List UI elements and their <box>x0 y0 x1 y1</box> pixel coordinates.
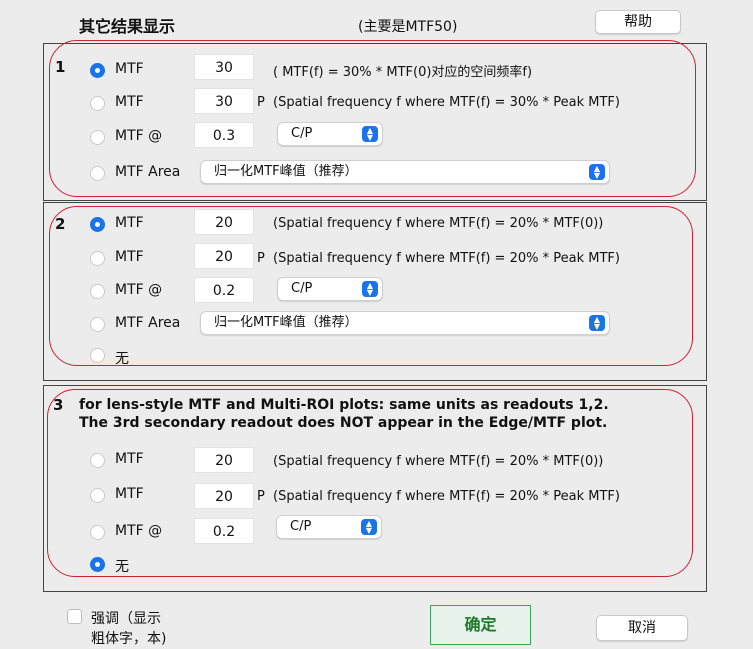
section-2-mtf-radio[interactable] <box>90 217 105 232</box>
section-1-number: 1 <box>55 58 66 76</box>
section-2-mtfp-value-field[interactable]: 20 <box>194 243 254 269</box>
section-2-mtf-area-label: MTF Area <box>115 315 181 331</box>
section-2-mtfp-radio[interactable] <box>90 251 105 266</box>
section-3-mtfp-value-field[interactable]: 20 <box>194 483 254 509</box>
section-2-mtf-description: (Spatial frequency f where MTF(f) = 20% … <box>273 216 604 231</box>
cancel-button[interactable]: 取消 <box>596 615 688 641</box>
chevron-updown-icon: ▲ ▼ <box>362 126 378 142</box>
section-1-mtf-at-radio[interactable] <box>90 130 105 145</box>
emphasize-checkbox[interactable] <box>67 609 82 624</box>
section-3-number: 3 <box>53 396 64 414</box>
section-3-note-line-1: for lens-style MTF and Multi-ROI plots: … <box>79 397 609 413</box>
section-2-mtf-value-field[interactable]: 20 <box>194 209 254 235</box>
section-1-unit-select[interactable]: C/P ▲ ▼ <box>277 122 383 146</box>
section-3-mtf-at-radio[interactable] <box>90 525 105 540</box>
section-2-mtfp-description: (Spatial frequency f where MTF(f) = 20% … <box>273 251 620 266</box>
section-2-mtf-at-label: MTF @ <box>115 282 163 298</box>
section-2-unit-select-value: C/P <box>291 281 313 296</box>
section-1-mtf-radio[interactable] <box>90 63 105 78</box>
section-3-mtfp-radio[interactable] <box>90 488 105 503</box>
section-2-area-select[interactable]: 归一化MTF峰值（推荐） ▲ ▼ <box>200 311 610 335</box>
section-1-mtfp-radio[interactable] <box>90 96 105 111</box>
section-2-mtf-area-radio[interactable] <box>90 317 105 332</box>
section-2-mtfp-prefix: P <box>257 251 265 266</box>
section-2-panel: 2 MTF 20 (Spatial frequency f where MTF(… <box>43 202 707 381</box>
section-2-mtf-at-radio[interactable] <box>90 284 105 299</box>
chevron-updown-icon: ▲ ▼ <box>362 281 378 297</box>
section-1-mtfp-description: (Spatial frequency f where MTF(f) = 30% … <box>273 95 620 110</box>
emphasize-label-line-2: 粗体字，本) <box>91 631 167 647</box>
section-3-mtf-at-label: MTF @ <box>115 523 163 539</box>
section-3-mtfp-prefix: P <box>257 489 265 504</box>
chevron-updown-icon: ▲ ▼ <box>361 519 377 535</box>
section-1-mtfp-value-field[interactable]: 30 <box>194 88 254 114</box>
ok-button[interactable]: 确定 <box>430 605 531 645</box>
section-1-mtf-description: ( MTF(f) = 30% * MTF(0)对应的空间频率f) <box>273 65 533 80</box>
section-2-mtf-label: MTF <box>115 215 144 231</box>
section-2-none-radio[interactable] <box>90 348 105 363</box>
section-2-none-label: 无 <box>115 351 129 367</box>
section-3-mtf-label: MTF <box>115 451 144 467</box>
section-1-mtf-area-radio[interactable] <box>90 166 105 181</box>
section-3-mtfp-label: MTF <box>115 486 144 502</box>
section-1-unit-select-value: C/P <box>291 126 313 141</box>
section-1-area-select-value: 归一化MTF峰值（推荐） <box>214 164 358 179</box>
section-3-unit-select[interactable]: C/P ▲ ▼ <box>276 515 382 539</box>
section-2-mtf-at-value-field[interactable]: 0.2 <box>194 277 254 303</box>
dialog-title: 其它结果显示 <box>79 17 176 36</box>
section-3-mtf-radio[interactable] <box>90 453 105 468</box>
chevron-updown-icon: ▲ ▼ <box>589 164 605 180</box>
section-2-area-select-value: 归一化MTF峰值（推荐） <box>214 315 358 330</box>
section-3-none-label: 无 <box>115 559 129 575</box>
section-2-mtfp-label: MTF <box>115 249 144 265</box>
chevron-updown-icon: ▲ ▼ <box>589 315 605 331</box>
section-1-mtf-at-value-field[interactable]: 0.3 <box>194 122 254 148</box>
section-3-mtfp-description: (Spatial frequency f where MTF(f) = 20% … <box>273 489 620 504</box>
section-1-area-select[interactable]: 归一化MTF峰值（推荐） ▲ ▼ <box>200 160 610 184</box>
section-3-panel: 3 for lens-style MTF and Multi-ROI plots… <box>43 385 707 592</box>
help-button[interactable]: 帮助 <box>595 10 681 34</box>
section-1-panel: 1 MTF 30 ( MTF(f) = 30% * MTF(0)对应的空间频率f… <box>43 40 707 201</box>
section-1-mtfp-label: MTF <box>115 94 144 110</box>
emphasize-checkbox-label: 强调（显示 粗体字，本) <box>91 609 166 649</box>
section-1-mtf-value-field[interactable]: 30 <box>194 54 254 80</box>
section-3-mtf-at-value-field[interactable]: 0.2 <box>194 518 254 544</box>
section-2-number: 2 <box>55 215 66 233</box>
section-3-none-radio[interactable] <box>90 557 105 572</box>
section-3-mtf-description: (Spatial frequency f where MTF(f) = 20% … <box>273 454 604 469</box>
section-3-note-line-2: The 3rd secondary readout does NOT appea… <box>79 415 608 431</box>
section-1-mtfp-prefix: P <box>257 95 265 110</box>
section-3-mtf-value-field[interactable]: 20 <box>194 447 254 473</box>
emphasize-label-line-1: 强调（显示 <box>91 611 161 627</box>
section-2-unit-select[interactable]: C/P ▲ ▼ <box>277 277 383 301</box>
section-1-mtf-label: MTF <box>115 61 144 77</box>
section-3-unit-select-value: C/P <box>290 519 312 534</box>
dialog-subtitle: (主要是MTF50) <box>358 19 458 35</box>
section-1-mtf-at-label: MTF @ <box>115 128 163 144</box>
section-1-mtf-area-label: MTF Area <box>115 164 181 180</box>
